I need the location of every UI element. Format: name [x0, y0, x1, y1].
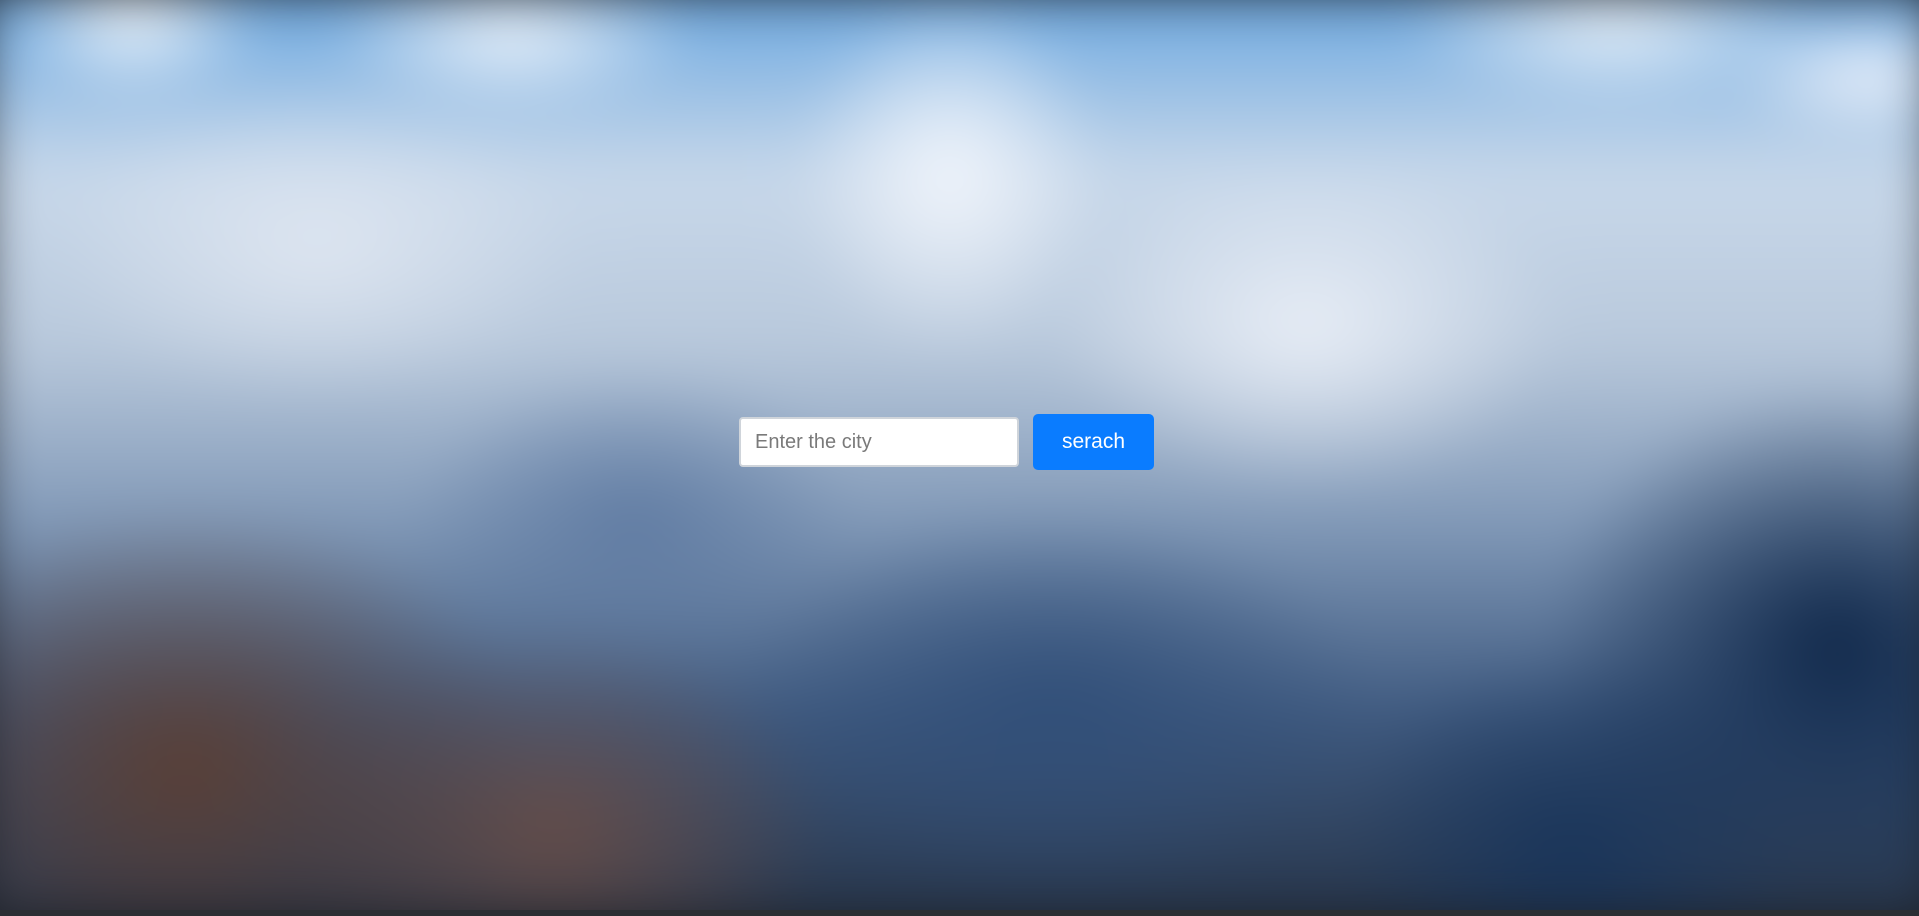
search-button[interactable]: serach [1033, 414, 1154, 470]
city-search-bar: serach [739, 414, 1154, 470]
city-input[interactable] [739, 417, 1019, 467]
bottom-edge-bar [0, 910, 1919, 916]
page-viewport: serach [0, 0, 1919, 910]
